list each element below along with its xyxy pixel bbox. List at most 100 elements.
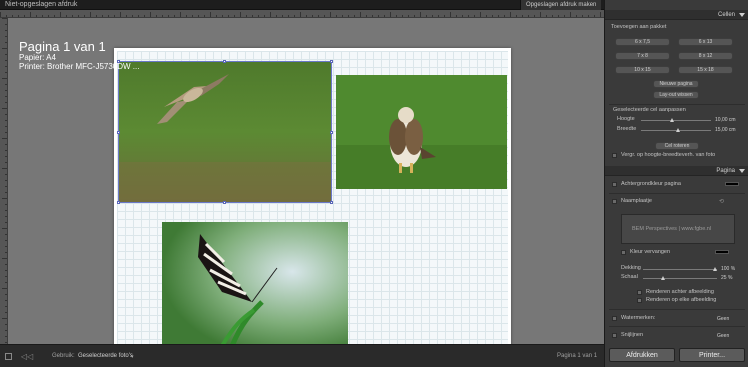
photo-cell-butterfly[interactable] [162,222,348,346]
resize-handle[interactable] [330,131,333,134]
ruler-tick [2,318,7,319]
rotate-cell-button[interactable]: Cel roteren [655,142,699,150]
opacity-value[interactable]: 100 % [721,266,735,272]
height-slider[interactable] [641,120,711,121]
resize-handle[interactable] [117,201,120,204]
ruler-tick [174,15,175,17]
render-behind-checkbox[interactable] [637,290,642,295]
ruler-tick [5,282,7,283]
ruler-tick [5,72,7,73]
view-toggle-icon[interactable] [5,353,12,360]
page-panel-header[interactable]: Pagina [605,166,748,176]
photo-cell-buzzard[interactable] [336,75,507,189]
new-page-button[interactable]: Nieuwe pagina [653,80,699,88]
size-button-5[interactable]: 10 x 15 [615,66,670,74]
divider [609,309,745,310]
page-info-overlay: Pagina 1 van 1 Papier: A4 Printer: Broth… [19,40,139,71]
ruler-tick [96,15,97,17]
resize-handle[interactable] [330,201,333,204]
printer-settings-button[interactable]: Printer... [679,348,745,362]
watermark-checkbox[interactable] [612,316,617,321]
crop-marks-checkbox[interactable] [612,333,617,338]
crop-marks-value[interactable]: Geen [717,333,729,339]
ruler-tick [5,54,7,55]
ruler-tick [5,204,7,205]
scale-slider-knob[interactable] [661,276,665,280]
ruler-tick [228,15,229,17]
watermark-value[interactable]: Geen [717,316,729,322]
size-button-2[interactable]: 6 x 13 [678,38,733,46]
first-page-icon[interactable]: ◁◁ [21,353,33,361]
make-saved-print-button[interactable]: Opgeslagen afdruk maken [520,0,602,10]
size-button-3[interactable]: 7 x 8 [615,52,670,60]
page-bg-checkbox[interactable] [612,182,617,187]
resize-handle[interactable] [117,131,120,134]
ruler-tick [2,198,7,199]
width-value[interactable]: 15,00 cm [715,127,736,133]
ruler-tick [132,15,133,17]
ruler-tick [102,15,103,17]
scale-slider[interactable] [643,278,717,279]
print-button[interactable]: Afdrukken [609,348,675,362]
ruler-tick [180,12,181,17]
override-color-swatch[interactable] [715,250,729,254]
selection-frame[interactable] [118,61,332,203]
opacity-slider-knob[interactable] [713,267,717,271]
height-value[interactable]: 10,00 cm [715,117,736,123]
override-color-checkbox[interactable] [621,250,626,255]
page-bg-color-swatch[interactable] [725,182,739,186]
size-button-4[interactable]: 8 x 12 [678,52,733,60]
size-button-6[interactable]: 15 x 18 [678,66,733,74]
width-slider-knob[interactable] [676,128,680,132]
ruler-tick [5,192,7,193]
ruler-tick [5,84,7,85]
lock-ratio-checkbox[interactable] [612,153,617,158]
ruler-tick [564,15,565,17]
ruler-tick [5,144,7,145]
ruler-tick [450,12,451,17]
window-title: Niet-opgeslagen afdruk [5,1,78,8]
rotate-icon[interactable]: ⟲ [719,198,724,205]
page-indicator: Pagina 1 van 1 [557,353,598,359]
watermark-label: Watermerken: [621,315,656,321]
use-label: Gebruik: [52,353,75,359]
identity-plate-checkbox[interactable] [612,199,617,204]
resize-handle[interactable] [330,60,333,63]
bottom-toolbar: ◁◁ Gebruik: Geselecteerde foto's ▾ Pagin… [0,344,604,367]
ruler-tick [5,240,7,241]
ruler-tick [5,186,7,187]
ruler-tick [5,294,7,295]
opacity-slider[interactable] [643,269,717,270]
ruler-tick [186,15,187,17]
vertical-ruler [0,18,8,344]
ruler-tick [390,12,391,17]
resize-handle[interactable] [223,201,226,204]
ruler-tick [2,258,7,259]
lock-ratio-label: Vergr. op hoogte-breedteverh. van foto [621,152,716,158]
lightroom-print-module: Niet-opgeslagen afdruk Opgeslagen afdruk… [0,0,748,367]
ruler-tick [318,15,319,17]
ruler-tick [5,156,7,157]
resize-handle[interactable] [223,60,226,63]
identity-plate-preview[interactable]: BEM Perspectives | www.fgbe.nl [621,214,735,244]
height-slider-knob[interactable] [670,118,674,122]
cells-panel-header[interactable]: Cellen [605,10,748,20]
ruler-tick [342,15,343,17]
ruler-tick [108,15,109,17]
ruler-tick [24,15,25,17]
size-button-1[interactable]: 6 x 7,5 [615,38,670,46]
ruler-tick [438,15,439,17]
scale-value[interactable]: 25 % [721,275,732,281]
ruler-tick [5,324,7,325]
render-every-checkbox[interactable] [637,298,642,303]
ruler-tick [294,15,295,17]
print-page [114,48,511,354]
ruler-tick [2,78,7,79]
ruler-tick [84,15,85,17]
clear-layout-button[interactable]: Lay-out wissen [653,91,699,99]
ruler-tick [144,15,145,17]
ruler-tick [444,15,445,17]
ruler-tick [252,15,253,17]
use-selector[interactable]: Geselecteerde foto's [78,345,133,367]
divider [609,104,745,105]
